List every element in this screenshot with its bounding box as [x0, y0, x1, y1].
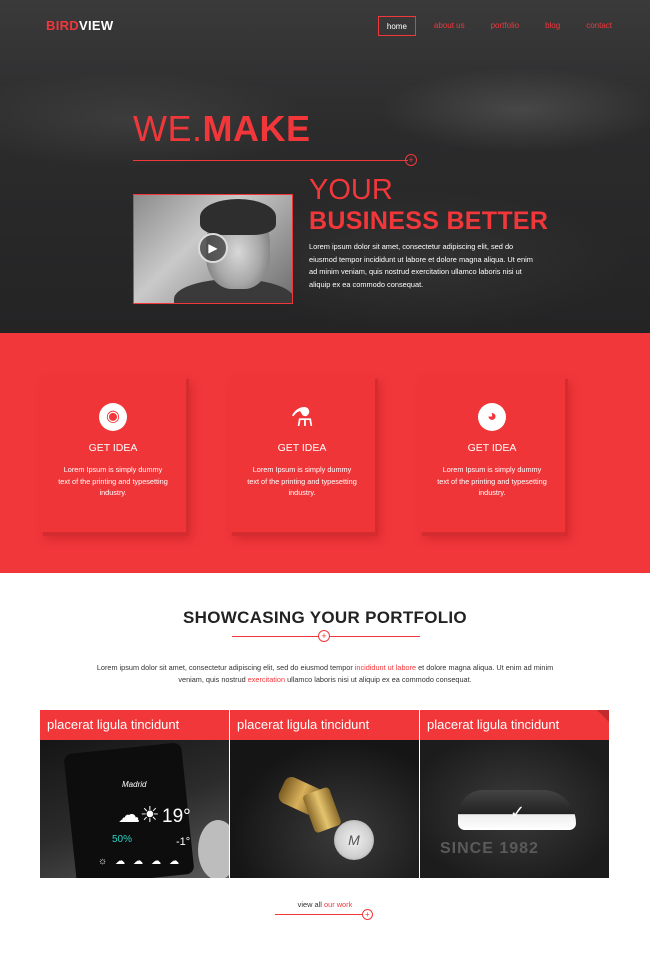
tile-title: placerat ligula tincidunt [40, 710, 229, 740]
feature-title: GET IDEA [88, 442, 138, 454]
plus-icon: + [362, 909, 373, 920]
hero-subheadline: YOUR [309, 174, 393, 206]
hero-subheadline-bold: BUSINESS BETTER [309, 207, 549, 235]
hero-headline: WE.MAKE [133, 108, 311, 149]
nav-contact[interactable]: contact [578, 16, 620, 36]
swoosh-icon: ✓ [510, 802, 526, 822]
forecast-icons: ☼☁☁☁☁ [98, 856, 188, 867]
hand-image [198, 820, 229, 878]
logo[interactable]: BIRDVIEW [46, 18, 113, 33]
phone-city: Madrid [122, 780, 147, 789]
portfolio-description: Lorem ipsum dolor sit amet, consectetur … [96, 663, 554, 684]
portfolio-title: SHOWCASING YOUR PORTFOLIO [183, 608, 467, 627]
tile-corner [597, 710, 609, 722]
tile-image-stamp: M [230, 740, 419, 878]
nav-home[interactable]: home [377, 16, 416, 36]
portfolio-tile[interactable]: placerat ligula tincidunt M [230, 710, 419, 878]
nav-portfolio[interactable]: portfolio [483, 16, 527, 36]
hero-section: BIRDVIEW home about us portfolio blog co… [0, 0, 650, 333]
tile-image-phone: Madrid ☁☀ 19° 50% -1° ☼☁☁☁☁ [40, 740, 229, 878]
feature-text: Lorem Ipsum is simply dummy text of the … [437, 465, 547, 497]
nav-about-us[interactable]: about us [426, 16, 473, 36]
feature-card[interactable]: ⚗ GET IDEA Lorem Ipsum is simply dummy t… [229, 375, 375, 532]
hero-description: Lorem ipsum dolor sit amet, consectetur … [309, 242, 533, 289]
view-all-link[interactable]: view all our work [0, 900, 650, 909]
feature-text: Lorem Ipsum is simply dummy text of the … [247, 465, 357, 497]
person-hair [200, 199, 276, 235]
phone-temp: 19° [162, 806, 191, 827]
hero-divider [133, 160, 408, 161]
flask-icon: ⚗ [290, 402, 314, 432]
feature-card[interactable]: ◕ GET IDEA Lorem Ipsum is simply dummy t… [419, 375, 565, 532]
view-all-divider [275, 914, 373, 915]
phone-low: -1° [176, 836, 191, 848]
shoe-caption: SINCE 1982 [440, 840, 539, 857]
stamp-handle [302, 786, 342, 834]
nav-blog[interactable]: blog [537, 16, 568, 36]
github-icon: ◉ [99, 403, 127, 431]
phone-percent: 50% [112, 834, 133, 845]
feature-text: Lorem Ipsum is simply dummy text of the … [58, 465, 168, 497]
tile-title: placerat ligula tincidunt [230, 710, 419, 740]
tile-image-shoe: ✓ SINCE 1982 [420, 740, 609, 878]
feature-card[interactable]: ◉ GET IDEA Lorem Ipsum is simply dummy t… [40, 375, 186, 532]
feature-title: GET IDEA [467, 442, 517, 454]
portfolio-tile[interactable]: placerat ligula tincidunt Madrid ☁☀ 19° … [40, 710, 229, 878]
main-nav: home about us portfolio blog contact [368, 16, 620, 36]
features-section: ◉ GET IDEA Lorem Ipsum is simply dummy t… [0, 333, 650, 573]
weather-icon: ☁☀ [118, 802, 160, 827]
plus-icon: + [318, 630, 330, 642]
play-icon[interactable]: ▶ [198, 233, 228, 263]
video-thumbnail[interactable]: ▶ [133, 194, 293, 304]
wax-seal: M [334, 820, 374, 860]
portfolio-tile[interactable]: placerat ligula tincidunt ✓ SINCE 1982 [420, 710, 609, 878]
feature-title: GET IDEA [277, 442, 327, 454]
tile-title: placerat ligula tincidunt [420, 710, 609, 740]
plus-icon: + [405, 154, 417, 166]
globe-icon: ◕ [478, 403, 506, 431]
